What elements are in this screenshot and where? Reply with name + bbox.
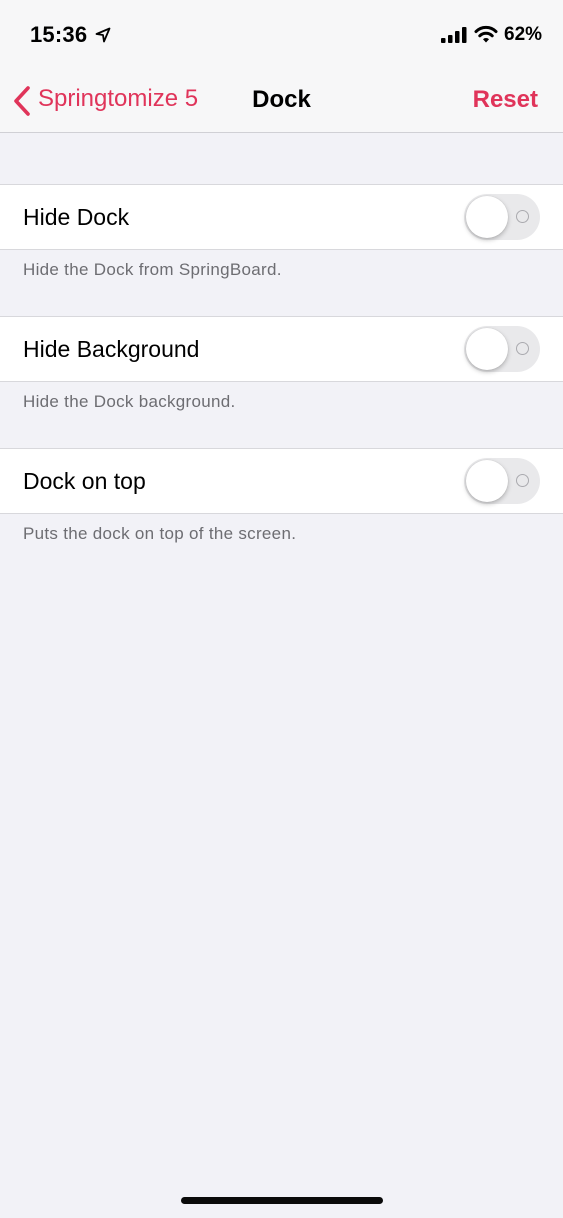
toggle-off-indicator-icon bbox=[516, 210, 529, 223]
setting-row-hide-background: Hide Background bbox=[0, 316, 563, 382]
toggle-knob bbox=[466, 460, 508, 502]
setting-row-hide-dock: Hide Dock bbox=[0, 184, 563, 250]
setting-label: Hide Dock bbox=[23, 204, 130, 230]
toggle-off-indicator-icon bbox=[516, 342, 529, 355]
setting-label: Dock on top bbox=[23, 468, 146, 494]
battery-percentage: 62% bbox=[504, 24, 543, 45]
setting-label: Hide Background bbox=[23, 336, 200, 362]
home-indicator[interactable] bbox=[181, 1197, 383, 1204]
location-arrow-icon bbox=[95, 27, 111, 43]
setting-footer: Hide the Dock background. bbox=[23, 392, 236, 411]
settings-list: Hide Dock Hide the Dock from SpringBoard… bbox=[0, 133, 563, 570]
status-bar: 15:36 62% bbox=[0, 0, 563, 70]
setting-footer: Hide the Dock from SpringBoard. bbox=[23, 260, 282, 279]
settings-group-hide-background: Hide Background Hide the Dock background… bbox=[0, 316, 563, 438]
navigation-bar: Springtomize 5 Dock Reset bbox=[0, 70, 563, 133]
hide-dock-toggle[interactable] bbox=[464, 194, 540, 240]
wifi-icon bbox=[474, 25, 498, 43]
toggle-off-indicator-icon bbox=[516, 474, 529, 487]
cellular-signal-icon bbox=[441, 27, 467, 43]
setting-footer: Puts the dock on top of the screen. bbox=[23, 524, 297, 543]
reset-button[interactable]: Reset bbox=[473, 86, 538, 114]
status-time: 15:36 bbox=[30, 22, 88, 47]
setting-row-dock-on-top: Dock on top bbox=[0, 448, 563, 514]
hide-background-toggle[interactable] bbox=[464, 326, 540, 372]
toggle-knob bbox=[466, 328, 508, 370]
toggle-knob bbox=[466, 196, 508, 238]
settings-group-dock-on-top: Dock on top Puts the dock on top of the … bbox=[0, 448, 563, 570]
settings-group-hide-dock: Hide Dock Hide the Dock from SpringBoard… bbox=[0, 184, 563, 306]
dock-on-top-toggle[interactable] bbox=[464, 458, 540, 504]
